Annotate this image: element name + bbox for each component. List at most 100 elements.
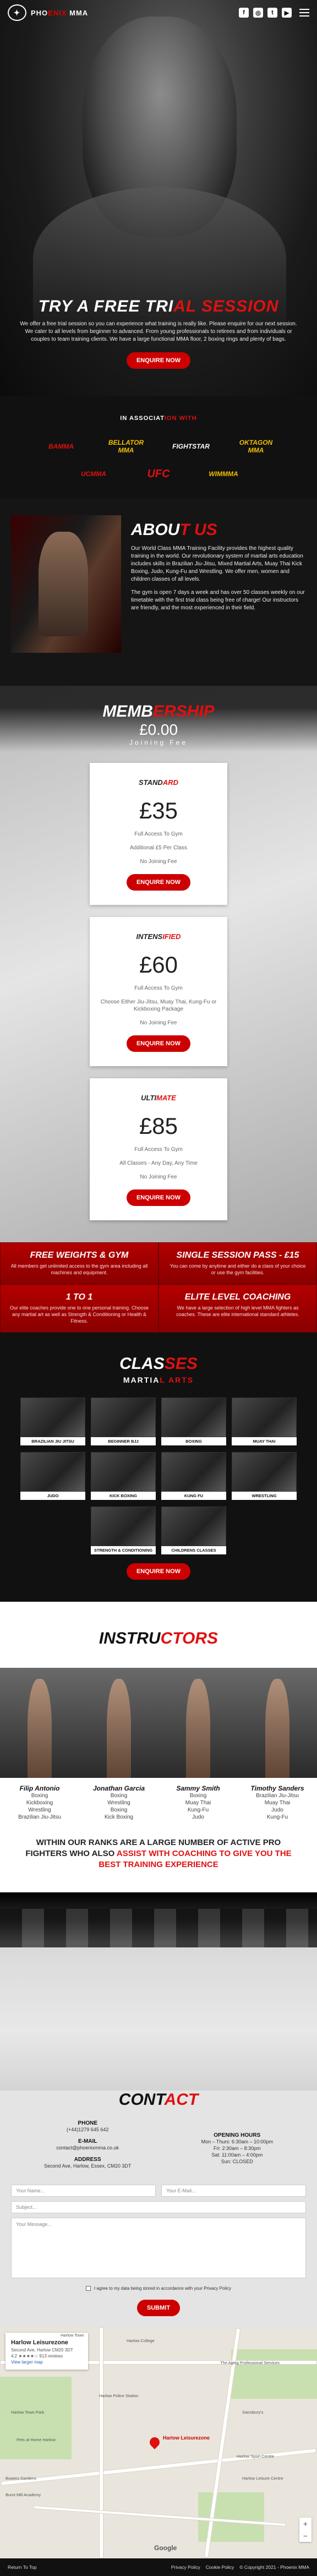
contact-section: CONTACT PHONE (+44)1279 645 642 E-MAIL c… [0, 2091, 317, 2327]
feature-free-weights: FREE WEIGHTS & GYM All members get unlim… [0, 1242, 158, 1284]
class-card-bjj[interactable]: BRAZILIAN JIU JITSU [20, 1398, 85, 1445]
partner-logo-bellator: BELLATOR MMA [108, 439, 144, 454]
standard-enquire-button[interactable]: ENQUIRE NOW [126, 874, 191, 891]
submit-button[interactable]: SUBMIT [136, 2300, 181, 2316]
card-feature: Additional £5 Per Class [130, 845, 187, 851]
phone-value[interactable]: (+44)1279 645 642 [44, 2126, 131, 2133]
class-card-wrestling[interactable]: WRESTLING [232, 1452, 297, 1500]
instructor-name: Jonathan Garcia [92, 1784, 145, 1792]
instructors-section: INSTRUCTORS Filip Antonio Boxing Kickbox… [0, 1602, 317, 1892]
instructor-skill: Wrestling [107, 1800, 130, 1806]
twitter-icon[interactable]: t [267, 8, 277, 18]
instructor-card: Sammy Smith Boxing Muay Thai Kung-Fu Jud… [158, 1668, 238, 1821]
map-label: Harlow Leisure Centre [242, 2476, 283, 2481]
class-image [161, 1452, 226, 1492]
ultimate-enquire-button[interactable]: ENQUIRE NOW [126, 1189, 191, 1206]
features-row-1: FREE WEIGHTS & GYM All members get unlim… [0, 1242, 317, 1284]
feature-description: Our elite coaches provide one to one per… [9, 1305, 149, 1324]
zoom-controls: + − [299, 2518, 311, 2542]
facebook-icon[interactable]: f [239, 8, 249, 18]
footer-links: Privacy Policy Cookie Policy © Copyright… [171, 2564, 309, 2570]
consent-checkbox[interactable] [85, 2286, 91, 2291]
map-label: Sainsbury's [242, 2410, 264, 2415]
name-input[interactable]: Your Name... [11, 2185, 156, 2197]
cookie-policy-link[interactable]: Cookie Policy [206, 2564, 234, 2570]
instagram-icon[interactable]: ◎ [253, 8, 263, 18]
instructor-name: Timothy Sanders [250, 1784, 304, 1792]
hero-enquire-button[interactable]: ENQUIRE NOW [126, 352, 191, 369]
hero-content: TRY A FREE TRIAL SESSION We offer a free… [0, 297, 317, 369]
partner-logo-oktagon: OKTAGON MMA [239, 439, 273, 454]
class-label: MUAY THAI [232, 1437, 297, 1445]
map-label: Harlow Town [61, 2333, 84, 2338]
top-bar: ✦ PHOENIX MMA f ◎ t ▶ [0, 0, 317, 25]
hours-line: Fri: 2:30am – 8:30pm [214, 2146, 261, 2151]
membership-title: MEMBERSHIP [102, 702, 215, 721]
instructor-name: Sammy Smith [176, 1784, 220, 1792]
map-pin-icon[interactable] [147, 2435, 162, 2449]
pricing-card-intensified: INTENSIFIED £60 Full Access To Gym Choos… [90, 917, 227, 1066]
location-map[interactable]: Harlow Leisurezone Second Ave, Harlow CM… [0, 2327, 317, 2558]
class-image [232, 1398, 297, 1437]
class-card-boxing[interactable]: BOXING [161, 1398, 226, 1445]
feature-description: You can come by anytime and either do a … [170, 1263, 306, 1275]
feature-title: 1 TO 1 [65, 1292, 93, 1302]
classes-title: CLASSES [119, 1355, 198, 1373]
class-label: BRAZILIAN JIU JITSU [20, 1437, 85, 1445]
class-card-strength[interactable]: STRENGTH & CONDITIONING [91, 1507, 156, 1554]
form-row: Subject... [11, 2201, 306, 2213]
card-feature: Full Access To Gym [134, 985, 183, 991]
instructor-skill: Wrestling [28, 1807, 51, 1813]
class-card-children[interactable]: CHILDRENS CLASSES [161, 1507, 226, 1554]
martial-arts-subtitle: MARTIAL ARTS [123, 1376, 194, 1384]
feature-description: We have a large selection of high level … [176, 1305, 299, 1317]
zoom-in-icon[interactable]: + [299, 2518, 311, 2530]
youtube-icon[interactable]: ▶ [282, 8, 292, 18]
class-card-kung-fu[interactable]: KUNG FU [161, 1452, 226, 1500]
message-textarea[interactable]: Your Message... [11, 2218, 306, 2278]
return-to-top-link[interactable]: Return To Top [8, 2564, 37, 2570]
joining-fee-price: £0.00 [139, 721, 178, 738]
map-label: Pets at Home Harlow [17, 2437, 56, 2442]
hero-section: TRY A FREE TRIAL SESSION We offer a free… [0, 0, 317, 396]
privacy-policy-link[interactable]: Privacy Policy [171, 2564, 200, 2570]
class-label: STRENGTH & CONDITIONING [91, 1546, 156, 1554]
email-value[interactable]: contact@phoenixmma.co.uk [44, 2144, 131, 2151]
site-logo[interactable]: ✦ PHOENIX MMA [8, 4, 88, 21]
map-park [0, 2377, 72, 2459]
pricing-cards: STANDARD £35 Full Access To Gym Addition… [17, 763, 300, 1220]
instructor-photo [238, 1668, 317, 1778]
hero-title: TRY A FREE TRIAL SESSION [38, 297, 279, 315]
class-image [91, 1452, 156, 1492]
instructor-skill: Brazilian Jiu-Jitsu [18, 1814, 61, 1820]
association-title: IN ASSOCIATION WITH [120, 415, 197, 422]
zoom-out-icon[interactable]: − [299, 2530, 311, 2542]
card-price: £60 [139, 952, 178, 978]
class-image [161, 1507, 226, 1546]
instructor-skill: Muay Thai [264, 1800, 291, 1806]
class-card-judo[interactable]: JUDO [20, 1452, 85, 1500]
email-input[interactable]: Your E-Mail... [161, 2185, 306, 2197]
association-section: IN ASSOCIATION WITH BAMMA BELLATOR MMA F… [0, 396, 317, 499]
feature-single-pass: SINGLE SESSION PASS - £15 You can come b… [158, 1242, 317, 1284]
class-card-muay-thai[interactable]: MUAY THAI [232, 1398, 297, 1445]
features-section: FREE WEIGHTS & GYM All members get unlim… [0, 1242, 317, 1333]
card-feature: Full Access To Gym [134, 831, 183, 837]
instructor-skill: Judo [271, 1807, 283, 1813]
instructors-note: WITHIN OUR RANKS ARE A LARGE NUMBER OF A… [25, 1838, 292, 1869]
instructor-skill: Muay Thai [185, 1800, 211, 1806]
feature-title: SINGLE SESSION PASS - £15 [176, 1251, 299, 1260]
view-larger-map-link[interactable]: View larger map [11, 2359, 83, 2365]
instructor-photo [0, 1668, 79, 1778]
class-card-beginner-bjj[interactable]: BEGINNER BJJ [91, 1398, 156, 1445]
instructors-title: INSTRUCTORS [99, 1629, 218, 1647]
intensified-enquire-button[interactable]: ENQUIRE NOW [126, 1035, 191, 1052]
feature-title: ELITE LEVEL COACHING [184, 1292, 291, 1302]
classes-enquire-button[interactable]: ENQUIRE NOW [126, 1563, 191, 1580]
pricing-card-ultimate: ULTIMATE £85 Full Access To Gym All Clas… [90, 1078, 227, 1220]
subject-input[interactable]: Subject... [11, 2201, 306, 2213]
instructor-card: Filip Antonio Boxing Kickboxing Wrestlin… [0, 1668, 79, 1821]
footer: Return To Top Privacy Policy Cookie Poli… [0, 2558, 317, 2576]
hamburger-menu-icon[interactable] [299, 9, 309, 17]
class-card-kick-boxing[interactable]: KICK BOXING [91, 1452, 156, 1500]
